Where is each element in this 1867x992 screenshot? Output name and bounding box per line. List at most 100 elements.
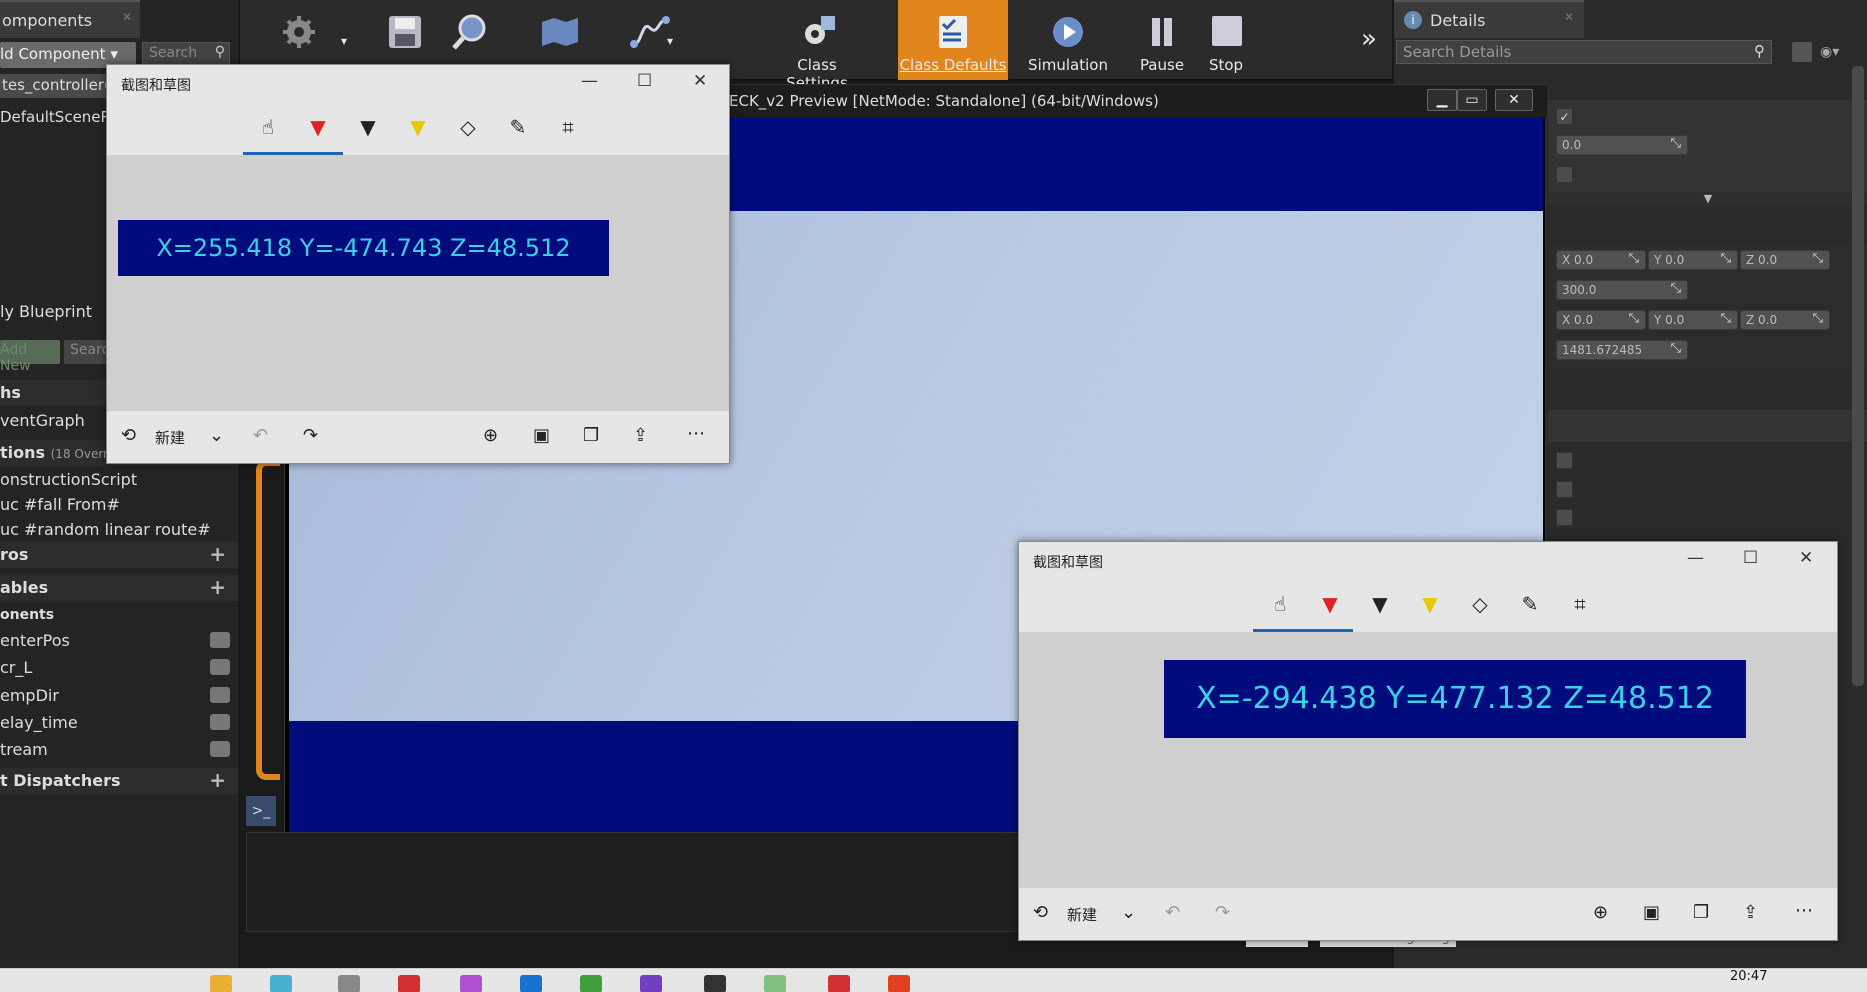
list-item-variable[interactable]: enterPos <box>0 628 238 654</box>
close-icon[interactable]: ✕ <box>122 10 132 24</box>
ballpoint-pen-icon[interactable]: ▼ <box>1315 592 1345 622</box>
list-item-variable[interactable]: empDir <box>0 683 238 709</box>
checkbox[interactable] <box>1556 481 1573 498</box>
add-icon[interactable]: + <box>209 542 226 566</box>
app-icon[interactable] <box>338 975 360 992</box>
details-search-input[interactable]: Search Details ⚲ <box>1396 40 1772 64</box>
list-item-variable[interactable]: elay_time <box>0 710 238 736</box>
chevron-down-icon[interactable]: ▼ <box>1548 192 1867 206</box>
add-icon[interactable]: + <box>209 575 226 599</box>
eye-icon[interactable] <box>210 632 230 648</box>
touch-write-icon[interactable]: ☝ <box>253 115 283 145</box>
class-defaults-button[interactable]: Class Defaults <box>898 0 1008 80</box>
zoom-icon[interactable]: ⊕ <box>483 425 498 446</box>
crop-icon[interactable]: ⌗ <box>1565 592 1595 622</box>
ruler-icon[interactable]: ✎ <box>1515 592 1545 622</box>
touch-write-icon[interactable]: ☝ <box>1265 592 1295 622</box>
list-item-variable[interactable]: cr_L <box>0 655 238 681</box>
stop-button[interactable]: Stop <box>1196 0 1256 80</box>
grid-view-icon[interactable] <box>1792 42 1812 62</box>
redo-icon[interactable]: ↷ <box>1215 902 1230 923</box>
app-icon[interactable] <box>580 975 602 992</box>
toolbar-overflow-icon[interactable]: » <box>1354 0 1384 80</box>
vector-y-field[interactable]: Y 0.0 ⤡ <box>1648 250 1738 270</box>
zoom-icon[interactable]: ⊕ <box>1593 902 1608 923</box>
ruler-icon[interactable]: ✎ <box>503 115 533 145</box>
section-macros[interactable]: ros + <box>0 542 238 568</box>
more-icon[interactable]: ⋯ <box>1795 900 1813 921</box>
number-field[interactable]: 1481.672485 ⤡ <box>1556 340 1688 360</box>
crop-icon[interactable]: ⌗ <box>553 115 583 145</box>
app-icon[interactable] <box>888 975 910 992</box>
vector-z-field[interactable]: Z 0.0 ⤡ <box>1740 250 1830 270</box>
minimize-button[interactable]: — <box>581 71 598 91</box>
eye-icon[interactable] <box>210 741 230 757</box>
copy-icon[interactable]: ❐ <box>583 425 599 446</box>
share-icon[interactable]: ⇪ <box>633 425 648 446</box>
new-snip-label[interactable]: 新建 <box>1067 904 1097 925</box>
pause-button[interactable]: Pause <box>1132 0 1192 80</box>
number-field[interactable]: 300.0 ⤡ <box>1556 280 1688 300</box>
eraser-icon[interactable]: ◇ <box>1465 592 1495 622</box>
app-icon[interactable] <box>460 975 482 992</box>
eye-icon[interactable] <box>210 659 230 675</box>
eye-icon[interactable] <box>210 687 230 703</box>
highlighter-icon[interactable]: ▼ <box>1415 592 1445 622</box>
section-variables[interactable]: ables + <box>0 575 238 601</box>
app-icon[interactable] <box>270 975 292 992</box>
chevron-down-icon[interactable]: ⌄ <box>1121 902 1136 923</box>
app-icon[interactable] <box>704 975 726 992</box>
folder-icon[interactable] <box>210 975 232 992</box>
eye-icon[interactable]: ◉▾ <box>1820 44 1854 60</box>
more-icon[interactable]: ⋯ <box>687 423 705 444</box>
details-scrollbar[interactable] <box>1852 66 1864 686</box>
new-snip-icon[interactable]: ⟲ <box>121 425 136 446</box>
app-icon[interactable] <box>828 975 850 992</box>
share-icon[interactable]: ⇪ <box>1743 902 1758 923</box>
console-icon[interactable]: >_ <box>246 796 276 826</box>
simulation-button[interactable]: Simulation <box>1016 0 1120 80</box>
snip-canvas[interactable]: X=255.418 Y=-474.743 Z=48.512 <box>107 155 729 411</box>
vector-y-field[interactable]: Y 0.0 ⤡ <box>1648 310 1738 330</box>
my-blueprint-tab[interactable]: ly Blueprint <box>0 302 92 321</box>
pencil-icon[interactable]: ▼ <box>1365 592 1395 622</box>
close-icon[interactable]: ✕ <box>1564 10 1574 24</box>
new-snip-label[interactable]: 新建 <box>155 427 185 448</box>
maximize-button[interactable]: ☐ <box>1743 548 1758 568</box>
list-item-variable[interactable]: tream <box>0 737 238 763</box>
components-tab[interactable]: omponents ✕ <box>0 0 140 38</box>
close-button[interactable]: ✕ <box>1495 89 1533 111</box>
app-icon[interactable] <box>640 975 662 992</box>
section-event-dispatchers[interactable]: t Dispatchers + <box>0 768 238 794</box>
redo-icon[interactable]: ↷ <box>303 425 318 446</box>
pencil-icon[interactable]: ▼ <box>353 115 383 145</box>
highlighter-icon[interactable]: ▼ <box>403 115 433 145</box>
new-snip-icon[interactable]: ⟲ <box>1033 902 1048 923</box>
ballpoint-pen-icon[interactable]: ▼ <box>303 115 333 145</box>
eraser-icon[interactable]: ◇ <box>453 115 483 145</box>
number-field[interactable]: 0.0 ⤡ <box>1556 135 1688 155</box>
subsection-components[interactable]: onents <box>0 604 238 630</box>
list-item-construction-script[interactable]: onstructionScript <box>0 467 238 493</box>
add-icon[interactable]: + <box>209 768 226 792</box>
components-search-input[interactable]: Search ⚲ <box>142 42 230 66</box>
list-item-func-random[interactable]: uc #random linear route# <box>0 517 238 543</box>
undo-icon[interactable]: ↶ <box>1165 902 1180 923</box>
vector-z-field[interactable]: Z 0.0 ⤡ <box>1740 310 1830 330</box>
list-item-func-fall[interactable]: uc #fall From# <box>0 492 238 518</box>
eye-icon[interactable] <box>210 714 230 730</box>
checkbox[interactable] <box>1556 166 1573 183</box>
vector-x-field[interactable]: X 0.0 ⤡ <box>1556 250 1646 270</box>
checkbox[interactable] <box>1556 509 1573 526</box>
app-icon[interactable] <box>520 975 542 992</box>
undo-icon[interactable]: ↶ <box>253 425 268 446</box>
add-new-button[interactable]: Add New <box>0 340 60 374</box>
save-icon[interactable]: ▣ <box>1643 902 1660 923</box>
close-button[interactable]: ✕ <box>1799 548 1813 568</box>
details-tab[interactable]: i Details ✕ <box>1394 0 1584 38</box>
save-icon[interactable]: ▣ <box>533 425 550 446</box>
my-blueprint-search-input[interactable]: Searc <box>64 340 106 364</box>
copy-icon[interactable]: ❐ <box>1693 902 1709 923</box>
maximize-button[interactable]: ▭ <box>1457 89 1487 111</box>
checkbox[interactable] <box>1556 452 1573 469</box>
